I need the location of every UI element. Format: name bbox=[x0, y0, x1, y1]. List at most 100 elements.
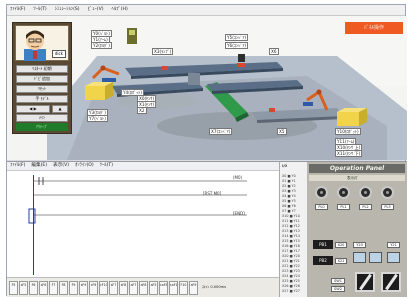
pilot-lamp-1 bbox=[337, 186, 350, 199]
horizontal-line-tool[interactable]: F9 bbox=[69, 280, 78, 295]
scan-time-status: ｽｷｬﾝ 0.000ms bbox=[202, 284, 226, 289]
camera-rotate-button[interactable]: ◀ ▶ bbox=[16, 105, 50, 113]
io-row: X15 ■ Y15 bbox=[282, 239, 300, 243]
rising-edge-tool[interactable]: sF7 bbox=[109, 280, 118, 295]
contact-b-tool[interactable]: F6 bbox=[29, 280, 38, 295]
io-row: X17 ■ Y17 bbox=[282, 249, 300, 253]
operator-name: dick bbox=[51, 50, 66, 58]
restart-button[interactable]: ﾘｽﾀｰﾄ 初期 bbox=[16, 65, 68, 73]
io-tag: X6 bbox=[269, 48, 279, 55]
io-row: X6 ■ Y6 bbox=[282, 204, 296, 208]
pilot-lamp-0 bbox=[315, 186, 328, 199]
write-plc-tool[interactable]: F10 bbox=[179, 280, 188, 295]
rung-end-label: [END] bbox=[233, 211, 245, 216]
menu-simulation[interactable]: ｼﾐｭﾚｰｼｮﾝ(S) bbox=[55, 7, 80, 13]
contact-b-parallel-tool[interactable]: sF6 bbox=[39, 280, 48, 295]
editor-menu-file[interactable]: ﾌｧｲﾙ(F) bbox=[10, 163, 25, 169]
menu-view[interactable]: ﾋﾞｭｰ(V) bbox=[88, 7, 104, 13]
io-row: X16 ■ Y16 bbox=[282, 244, 300, 248]
io-row: X23 ■ Y23 bbox=[282, 269, 300, 273]
indicator-strip-label: 表示灯 bbox=[347, 176, 358, 180]
editor-menu-view[interactable]: 表示(V) bbox=[53, 163, 69, 169]
main-menubar: ﾌｧｲﾙ(F) ﾂｰﾙ(T) ｼﾐｭﾚｰｼｮﾝ(S) ﾋﾞｭｰ(V) ﾍﾙﾌﾟ(… bbox=[7, 5, 405, 16]
indicator-lamp-b bbox=[369, 252, 382, 263]
menu-tools[interactable]: ﾂｰﾙ(T) bbox=[33, 7, 46, 13]
push-button-1[interactable]: PB1 bbox=[313, 240, 333, 249]
selector-switch-1[interactable] bbox=[355, 272, 375, 292]
io-row: X1 ■ Y1 bbox=[282, 179, 296, 183]
operator-avatar: dick bbox=[15, 25, 69, 61]
pilot-lamp-label: PL2 bbox=[359, 204, 372, 210]
pulse-tool[interactable]: caF5 bbox=[159, 280, 168, 295]
selector-switch-tag: SW1 bbox=[331, 278, 345, 284]
panel-operation-button[interactable]: ﾊﾟﾈﾙ操作 bbox=[345, 22, 403, 34]
menu-help[interactable]: ﾍﾙﾌﾟ(H) bbox=[112, 7, 128, 13]
simulation-viewport[interactable]: dick ﾘｽﾀｰﾄ 初期 ﾄﾞﾋﾞ追加 ﾘｾｯﾄ 手 ﾓﾃﾞﾙ ◀ ▶ ▲ ﾒ… bbox=[7, 16, 407, 160]
operator-face-icon bbox=[24, 30, 46, 61]
io-tag: X5 bbox=[277, 128, 287, 135]
io-tag: Y5(ｺﾝﾍﾞｱ) bbox=[225, 34, 248, 41]
coil-tool[interactable]: F7 bbox=[49, 280, 58, 295]
io-tag: X7(ｺﾝﾍﾞｱ) bbox=[209, 128, 233, 135]
io-row: X27 ■ Y27 bbox=[282, 289, 300, 293]
sim-status-indicator: ｱｸﾃｨﾌﾞ bbox=[16, 123, 68, 131]
ladder-rungs bbox=[28, 177, 247, 224]
io-tag: Y7(ﾍﾞﾙﾄ) bbox=[87, 115, 108, 122]
camera-up-button[interactable]: ▲ bbox=[52, 105, 68, 113]
monitor-tool[interactable]: aF9 bbox=[189, 280, 198, 295]
io-row: X14 ■ Y14 bbox=[282, 234, 300, 238]
selector-switch-tag: SW2 bbox=[331, 286, 345, 292]
io-tag: Y6(ｺﾝﾍﾞｱ) bbox=[225, 42, 248, 49]
rung-coil-label: (M0) bbox=[233, 175, 243, 180]
pilot-lamp-label: PL0 bbox=[315, 204, 328, 210]
main-view-button[interactable]: ﾒｲﾝ bbox=[16, 114, 68, 122]
falling-edge-tool[interactable]: sF8 bbox=[119, 280, 128, 295]
io-row: X7 ■ Y7 bbox=[282, 209, 296, 213]
sim-control-sidebar: dick ﾘｽﾀｰﾄ 初期 ﾄﾞﾋﾞ追加 ﾘｾｯﾄ 手 ﾓﾃﾞﾙ ◀ ▶ ▲ ﾒ… bbox=[12, 22, 72, 134]
io-tag: X2 bbox=[137, 107, 147, 114]
selector-switch-2[interactable] bbox=[381, 272, 401, 292]
io-row: X21 ■ Y21 bbox=[282, 259, 300, 263]
rung-instruction-label: [RST M0] bbox=[203, 191, 222, 196]
editor-menu-online[interactable]: ｵﾝﾗｲﾝ(O) bbox=[75, 163, 94, 169]
io-row: X12 ■ Y12 bbox=[282, 224, 300, 228]
rising-parallel-tool[interactable]: aF7 bbox=[129, 280, 138, 295]
operation-panel-title: Operation Panel bbox=[309, 164, 405, 173]
io-row: X3 ■ Y3 bbox=[282, 189, 296, 193]
pilot-lamp-label: PL3 bbox=[381, 204, 394, 210]
invert-tool[interactable]: aF5 bbox=[149, 280, 158, 295]
reset-button[interactable]: ﾘｾｯﾄ bbox=[16, 85, 68, 93]
ladder-canvas[interactable]: (M0) [RST M0] [END] bbox=[7, 171, 279, 277]
manual-mode-button[interactable]: 手 ﾓﾃﾞﾙ bbox=[16, 95, 68, 103]
push-button-2[interactable]: PB2 bbox=[313, 256, 333, 265]
io-monitor-list[interactable]: I/O X0 ■ Y0 X1 ■ Y1 X2 ■ Y2 X3 ■ Y3 X4 ■… bbox=[279, 161, 307, 297]
io-list-header: I/O bbox=[282, 164, 288, 168]
io-row: X20 ■ Y20 bbox=[282, 254, 300, 258]
editor-menu-edit[interactable]: 編集(E) bbox=[31, 163, 47, 169]
delete-hline-tool[interactable]: cF9 bbox=[89, 280, 98, 295]
delete-vline-tool[interactable]: cF10 bbox=[99, 280, 108, 295]
push-button-2-tag: X21 bbox=[335, 258, 347, 264]
convert-tool[interactable]: caF10 bbox=[169, 280, 178, 295]
pilot-lamp-2 bbox=[359, 186, 372, 199]
instruction-tool[interactable]: F8 bbox=[59, 280, 68, 295]
io-row: X0 ■ Y0 bbox=[282, 174, 296, 178]
io-row: X22 ■ Y22 bbox=[282, 264, 300, 268]
pilot-lamp-3 bbox=[381, 186, 394, 199]
parts-supply bbox=[127, 28, 137, 44]
io-row: X24 ■ Y24 bbox=[282, 274, 300, 278]
io-row: X13 ■ Y13 bbox=[282, 229, 300, 233]
add-part-button[interactable]: ﾄﾞﾋﾞ追加 bbox=[16, 75, 68, 83]
indicator-lamp-tag: Y21 bbox=[387, 242, 400, 248]
indicator-lamp-c bbox=[387, 252, 400, 263]
push-button-1-tag: X20 bbox=[335, 242, 347, 248]
vertical-line-tool[interactable]: sF9 bbox=[79, 280, 88, 295]
io-row: X11 ■ Y11 bbox=[282, 219, 300, 223]
contact-a-parallel-tool[interactable]: sF5 bbox=[19, 280, 28, 295]
falling-parallel-tool[interactable]: aF8 bbox=[139, 280, 148, 295]
pilot-lamp-label: PL1 bbox=[337, 204, 350, 210]
editor-menu-tools[interactable]: ﾂｰﾙ(T) bbox=[100, 163, 113, 169]
menu-file[interactable]: ﾌｧｲﾙ(F) bbox=[10, 7, 25, 13]
io-tag: X3(ﾗﾝﾌﾟ) bbox=[152, 48, 174, 55]
contact-a-tool[interactable]: F5 bbox=[9, 280, 18, 295]
